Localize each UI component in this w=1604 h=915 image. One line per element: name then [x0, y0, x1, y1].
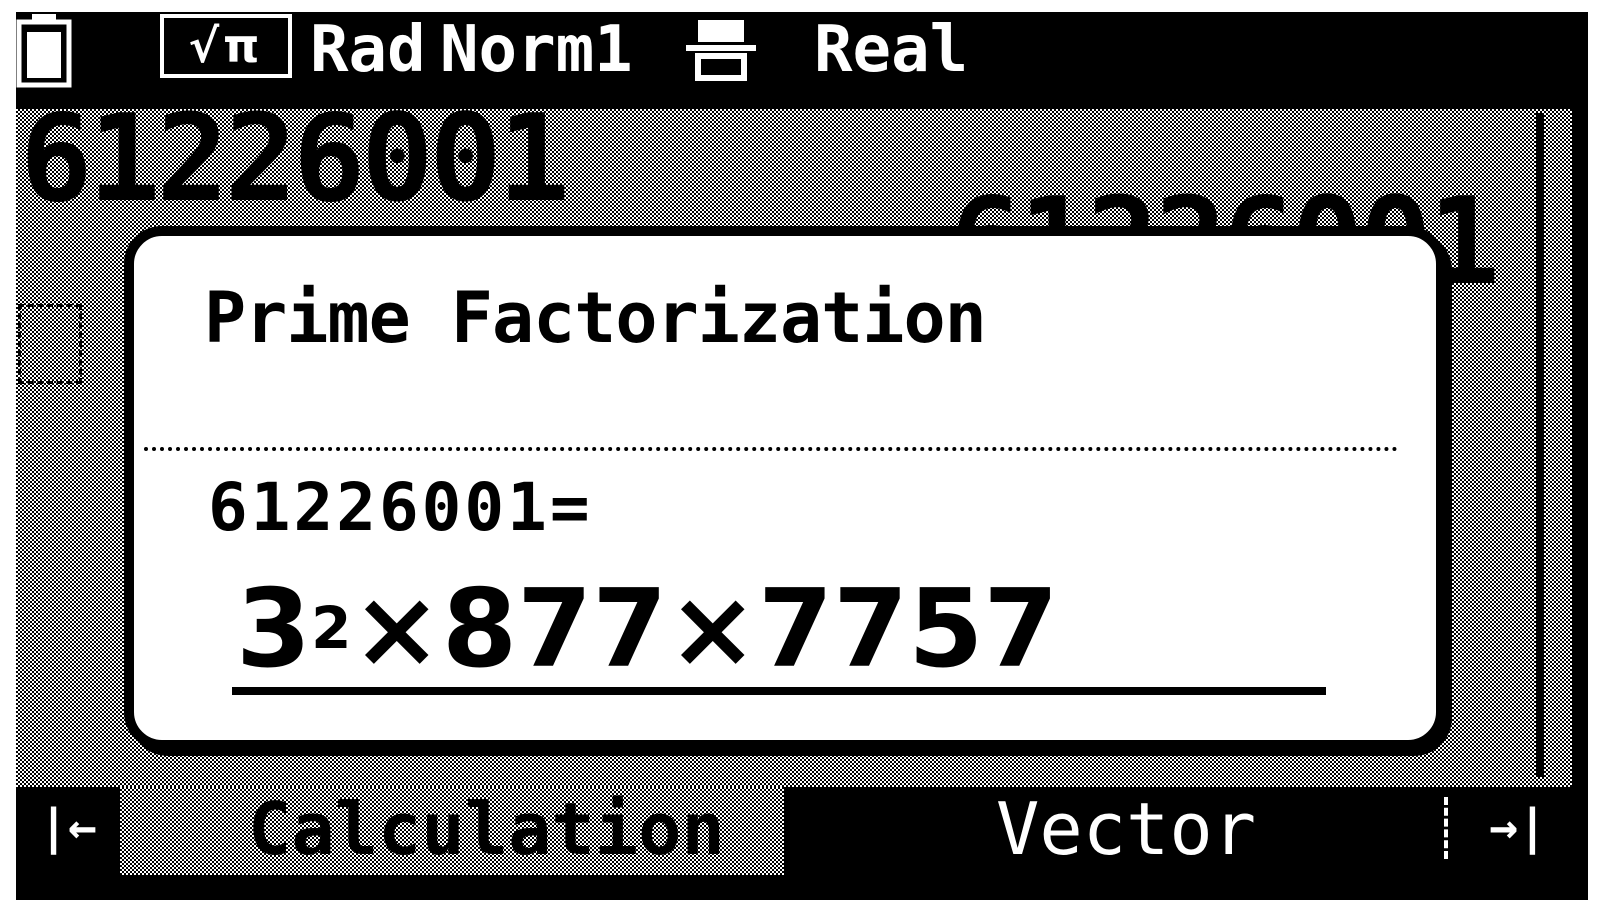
history-expression: 61226001 [20, 90, 570, 229]
input-output-icon [686, 20, 756, 81]
tab-prev-button[interactable]: |← [16, 787, 120, 875]
answer-base: 3 [236, 567, 312, 692]
tab-divider [1444, 797, 1448, 859]
tab-vector[interactable]: Vector [996, 786, 1256, 872]
angle-unit-indicator: Rad [310, 13, 426, 87]
tab-next-button[interactable]: →| [1468, 787, 1568, 875]
answer-underline [232, 687, 1326, 695]
calculator-screen: √π Rad Norm1 Real 61226001 61226001 Prim… [0, 0, 1604, 915]
dialog-title: Prime Factorization [204, 277, 987, 359]
complex-mode-indicator: Real [814, 13, 969, 87]
input-cursor-box[interactable] [18, 304, 82, 384]
factorization-expression: 61226001= [208, 469, 593, 546]
dialog-divider [144, 447, 1398, 451]
math-io-mode-badge: √π [160, 14, 292, 78]
scrollbar[interactable] [1536, 113, 1544, 777]
battery-icon [16, 14, 72, 88]
tab-calculation-label[interactable]: Calculation [248, 786, 725, 872]
answer-rest: ×877×7757 [351, 567, 1059, 692]
display-format-indicator: Norm1 [440, 13, 633, 87]
answer-exponent: 2 [311, 594, 352, 662]
factorization-answer: 32×877×7757 [236, 576, 1059, 684]
